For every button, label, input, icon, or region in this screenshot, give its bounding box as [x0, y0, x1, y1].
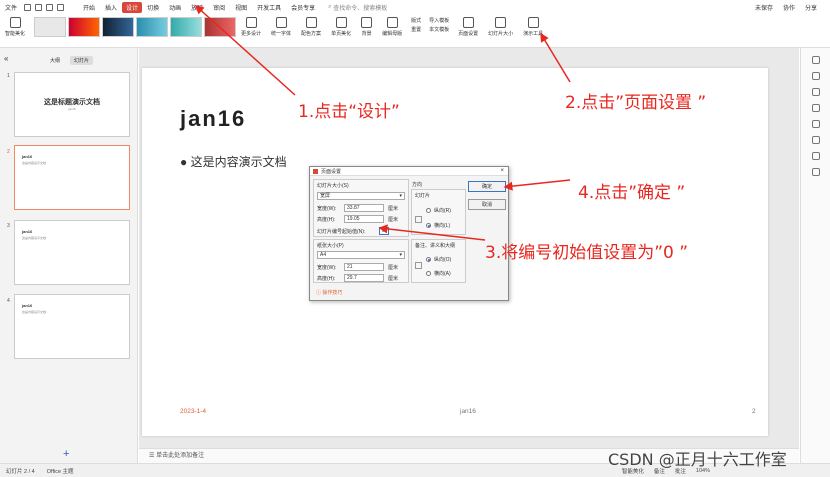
- arrow-to-page-setup: [540, 32, 571, 83]
- annotation-step4: 4.点击”确定 ”: [578, 183, 686, 203]
- arrow-to-design: [194, 4, 296, 96]
- arrow-to-ok: [503, 179, 571, 191]
- csdn-watermark: CSDN @正月十六工作室: [608, 450, 787, 469]
- arrow-to-start-number: [378, 224, 486, 241]
- annotation-step1: 1.点击“设计”: [298, 102, 400, 122]
- annotation-step2: 2.点击”页面设置 ”: [565, 93, 707, 113]
- annotation-arrows: [194, 4, 571, 241]
- annotation-step3: 3.将编号初始值设置为”0 ”: [485, 243, 689, 263]
